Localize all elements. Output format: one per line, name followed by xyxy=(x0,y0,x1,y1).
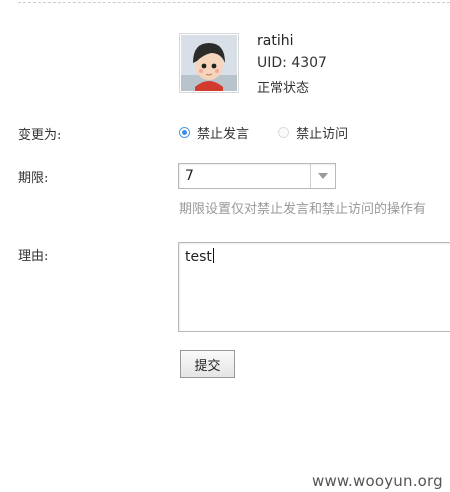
avatar[interactable] xyxy=(179,33,239,93)
username[interactable]: ratihi xyxy=(257,33,293,49)
user-status: 正常状态 xyxy=(257,81,310,96)
text-caret xyxy=(212,248,214,263)
chevron-down-icon[interactable] xyxy=(310,164,335,188)
change-to-label: 变更为: xyxy=(18,128,62,143)
submit-button[interactable]: 提交 xyxy=(180,350,235,378)
avatar-image xyxy=(181,35,237,91)
radio-ban-visit[interactable]: 禁止访问 xyxy=(278,123,348,142)
top-divider xyxy=(18,2,450,3)
period-label: 期限: xyxy=(18,171,49,186)
radio-button-unchecked[interactable] xyxy=(278,127,290,138)
ban-type-radio-group: 禁止发言 禁止访问 xyxy=(179,123,372,143)
watermark: www.wooyun.org xyxy=(312,472,443,490)
radio-ban-visit-label: 禁止访问 xyxy=(296,127,349,142)
user-uid: UID: 4307 xyxy=(257,55,327,71)
radio-ban-post-label: 禁止发言 xyxy=(197,127,250,142)
reason-label: 理由: xyxy=(18,249,49,264)
period-hint: 期限设置仅对禁止发言和禁止访问的操作有 xyxy=(179,202,427,217)
radio-ban-post[interactable]: 禁止发言 xyxy=(179,123,249,142)
reason-textarea[interactable]: test xyxy=(178,242,450,332)
reason-text: test xyxy=(185,248,214,265)
period-select[interactable]: 7 xyxy=(178,163,336,189)
period-select-value: 7 xyxy=(185,168,194,184)
radio-button-checked[interactable] xyxy=(179,127,190,138)
